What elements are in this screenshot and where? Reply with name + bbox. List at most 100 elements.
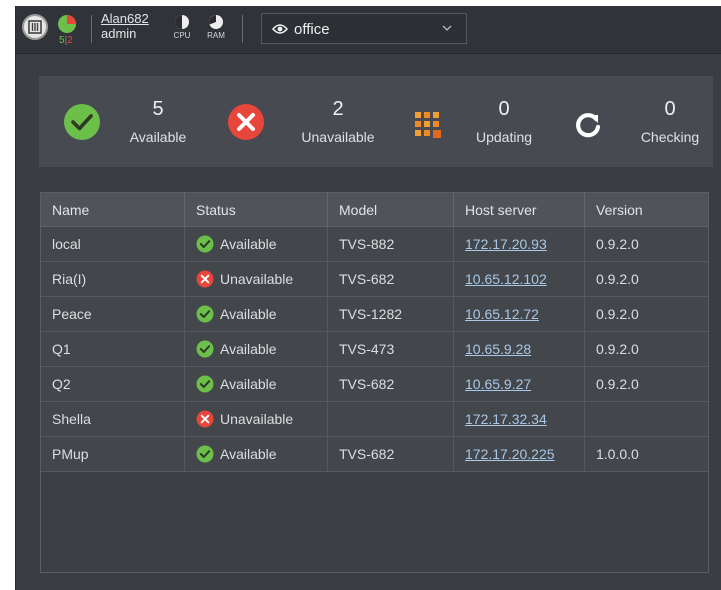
- summary-label: Checking: [640, 129, 700, 145]
- cell-version: 1.0.0.0: [584, 436, 708, 472]
- check-circle-icon: [196, 235, 214, 253]
- check-circle-icon: [196, 305, 214, 323]
- table-row[interactable]: local Available TVS-882 172.17.20.93 0.9.2.0: [41, 226, 708, 262]
- table-header-row: Name Status Model Host server Version: [41, 193, 708, 227]
- summary-count: 0: [498, 98, 510, 120]
- status-counts: 5|2: [59, 35, 73, 46]
- cell-host: 172.17.32.34: [453, 401, 585, 437]
- table-row[interactable]: Q1 Available TVS-473 10.65.9.28 0.9.2.0: [41, 331, 708, 367]
- eye-icon: [272, 24, 288, 34]
- cell-status: Available: [184, 226, 328, 262]
- cell-model: TVS-682: [327, 261, 454, 297]
- grid-update-icon: [415, 112, 441, 138]
- summary-count: 0: [664, 98, 676, 120]
- refresh-icon: [576, 113, 601, 138]
- cell-host: 10.65.9.27: [453, 366, 585, 402]
- cell-name: Ria(I): [41, 261, 185, 297]
- username[interactable]: Alan682: [101, 11, 149, 26]
- host-link[interactable]: 10.65.12.72: [465, 306, 539, 322]
- cell-status: Unavailable: [184, 261, 328, 297]
- host-link[interactable]: 10.65.12.102: [465, 271, 547, 287]
- column-header-name[interactable]: Name: [41, 193, 185, 227]
- cell-name: Peace: [41, 296, 185, 332]
- table-row[interactable]: PMup Available TVS-682 172.17.20.225 1.0.0.0: [41, 436, 708, 472]
- cell-status: Available: [184, 331, 328, 367]
- cpu-meter: CPU: [167, 14, 197, 40]
- table-row[interactable]: Shella Unavailable 172.17.32.34: [41, 401, 708, 437]
- cell-host: 10.65.9.28: [453, 331, 585, 367]
- cell-name: Shella: [41, 401, 185, 437]
- cell-version: [584, 401, 708, 437]
- status-text: Unavailable: [220, 411, 294, 427]
- status-text: Unavailable: [220, 271, 294, 287]
- summary-count: 2: [332, 98, 344, 120]
- cell-name: Q1: [41, 331, 185, 367]
- x-circle-icon: [196, 410, 214, 428]
- app-menu-button[interactable]: [22, 14, 48, 40]
- user-info[interactable]: Alan682 admin: [101, 11, 149, 41]
- check-circle-icon: [196, 375, 214, 393]
- site-select[interactable]: office: [261, 13, 467, 44]
- column-header-host[interactable]: Host server: [453, 193, 585, 227]
- column-header-model[interactable]: Model: [327, 193, 454, 227]
- x-circle-icon: [196, 270, 214, 288]
- cell-model: [327, 401, 454, 437]
- host-link[interactable]: 172.17.20.93: [465, 236, 547, 252]
- status-pie-icon[interactable]: [57, 14, 77, 34]
- user-role: admin: [101, 26, 137, 41]
- divider: [91, 15, 92, 43]
- cell-model: TVS-682: [327, 436, 454, 472]
- unavailable-count: 2: [67, 35, 73, 46]
- ram-label: RAM: [207, 31, 225, 40]
- check-circle-icon: [196, 340, 214, 358]
- cell-host: 10.65.12.102: [453, 261, 585, 297]
- cell-model: TVS-682: [327, 366, 454, 402]
- column-header-version[interactable]: Version: [584, 193, 708, 227]
- cell-status: Available: [184, 366, 328, 402]
- cell-name: PMup: [41, 436, 185, 472]
- status-text: Available: [220, 341, 277, 357]
- cell-version: 0.9.2.0: [584, 226, 708, 262]
- divider: [242, 15, 243, 43]
- cell-name: local: [41, 226, 185, 262]
- host-link[interactable]: 172.17.32.34: [465, 411, 547, 427]
- cell-status: Available: [184, 296, 328, 332]
- column-header-status[interactable]: Status: [184, 193, 328, 227]
- status-text: Available: [220, 236, 277, 252]
- cell-host: 172.17.20.225: [453, 436, 585, 472]
- table-row[interactable]: Ria(I) Unavailable TVS-682 10.65.12.102 0.9.…: [41, 261, 708, 297]
- site-select-value: office: [294, 21, 330, 38]
- cell-version: 0.9.2.0: [584, 366, 708, 402]
- status-summary: 5 Available 2 Unavailable 0 Updating 0 C…: [39, 76, 713, 167]
- summary-label: Updating: [475, 129, 533, 145]
- host-link[interactable]: 172.17.20.225: [465, 446, 555, 462]
- ram-meter: RAM: [201, 14, 231, 40]
- table-row[interactable]: Q2 Available TVS-682 10.65.9.27 0.9.2.0: [41, 366, 708, 402]
- cell-status: Unavailable: [184, 401, 328, 437]
- cell-model: TVS-473: [327, 331, 454, 367]
- cell-model: TVS-1282: [327, 296, 454, 332]
- summary-count: 5: [152, 98, 164, 120]
- cell-version: 0.9.2.0: [584, 331, 708, 367]
- x-circle-icon: [228, 104, 264, 140]
- check-circle-icon: [196, 445, 214, 463]
- cell-name: Q2: [41, 366, 185, 402]
- cell-version: 0.9.2.0: [584, 296, 708, 332]
- table-row[interactable]: Peace Available TVS-1282 10.65.12.72 0.9.2.0: [41, 296, 708, 332]
- check-circle-icon: [64, 104, 100, 140]
- cell-status: Available: [184, 436, 328, 472]
- cell-version: 0.9.2.0: [584, 261, 708, 297]
- top-bar: 5|2 Alan682 admin CPU RAM office: [16, 6, 721, 54]
- host-link[interactable]: 10.65.9.27: [465, 376, 531, 392]
- status-text: Available: [220, 306, 277, 322]
- summary-label: Available: [129, 129, 187, 145]
- cell-host: 172.17.20.93: [453, 226, 585, 262]
- device-table: Name Status Model Host server Version lo…: [40, 192, 709, 573]
- cell-host: 10.65.12.72: [453, 296, 585, 332]
- app-window: 5|2 Alan682 admin CPU RAM office 5 Avail…: [15, 6, 721, 590]
- cell-model: TVS-882: [327, 226, 454, 262]
- summary-label: Unavailable: [301, 129, 375, 145]
- cpu-gauge-icon: [175, 15, 189, 29]
- host-link[interactable]: 10.65.9.28: [465, 341, 531, 357]
- status-text: Available: [220, 376, 277, 392]
